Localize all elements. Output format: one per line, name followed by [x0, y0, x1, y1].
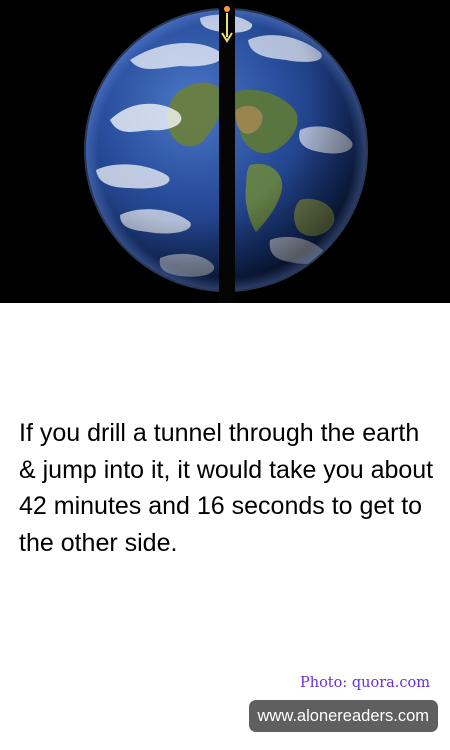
site-watermark-badge: www.alonereaders.com — [248, 700, 438, 732]
earth-tunnel-image — [0, 0, 450, 303]
fact-text: If you drill a tunnel through the earth … — [19, 419, 434, 557]
tunnel-shaft — [219, 0, 235, 303]
photo-credit: Photo: quora.com — [299, 675, 430, 691]
